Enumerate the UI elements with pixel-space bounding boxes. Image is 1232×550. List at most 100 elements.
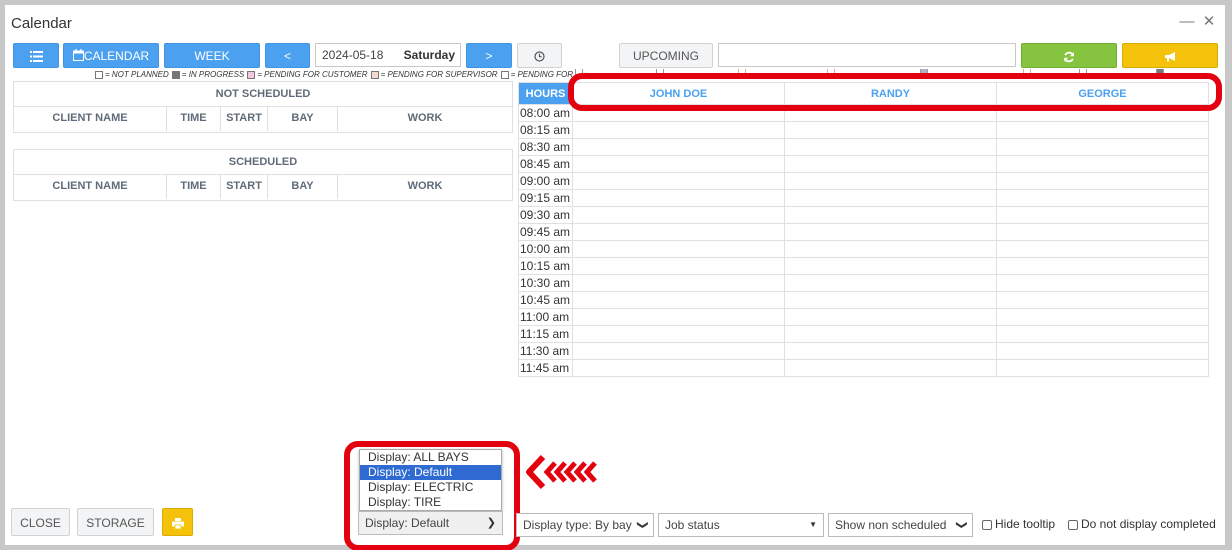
schedule-slot[interactable] (572, 206, 785, 224)
legend-swatch (370, 70, 379, 79)
schedule-slot[interactable] (784, 138, 997, 156)
job-status-select[interactable]: Job status ▼ (658, 513, 824, 537)
search-input[interactable] (718, 43, 1016, 67)
week-button[interactable]: WEEK (164, 43, 260, 68)
schedule-slot[interactable] (784, 240, 997, 258)
schedule-slot[interactable] (784, 274, 997, 292)
schedule-slot[interactable] (784, 223, 997, 241)
time-label: 11:45 am (518, 359, 573, 377)
date-field[interactable]: 2024-05-18 Saturday (315, 43, 461, 67)
schedule-row: 08:45 am (518, 155, 1209, 173)
schedule-slot[interactable] (996, 206, 1209, 224)
col-work[interactable]: WORK (338, 175, 512, 199)
schedule-slot[interactable] (784, 257, 997, 275)
schedule-slot[interactable] (996, 121, 1209, 139)
no-completed-checkbox[interactable]: Do not display completed (1068, 517, 1216, 531)
schedule-slot[interactable] (996, 325, 1209, 343)
schedule-slot[interactable] (996, 359, 1209, 377)
storage-button[interactable]: STORAGE (77, 508, 154, 536)
schedule-slot[interactable] (784, 121, 997, 139)
print-icon (171, 518, 184, 530)
upcoming-button[interactable]: UPCOMING (619, 43, 713, 68)
now-button[interactable] (517, 43, 562, 68)
schedule-slot[interactable] (996, 172, 1209, 190)
schedule-slot[interactable] (996, 274, 1209, 292)
schedule-slot[interactable] (572, 274, 785, 292)
schedule-slot[interactable] (572, 189, 785, 207)
scheduled-title: SCHEDULED (14, 150, 512, 175)
schedule-slot[interactable] (996, 138, 1209, 156)
list-view-button[interactable] (13, 43, 59, 68)
checkbox-box[interactable] (1068, 519, 1078, 530)
schedule-slot[interactable] (784, 325, 997, 343)
col-time[interactable]: TIME (167, 107, 221, 131)
schedule-slot[interactable] (784, 189, 997, 207)
time-label: 10:15 am (518, 257, 573, 275)
schedule-slot[interactable] (572, 172, 785, 190)
schedule-slot[interactable] (572, 257, 785, 275)
not-scheduled-header: CLIENT NAME TIME START BAY WORK (14, 107, 512, 131)
schedule-row: 09:15 am (518, 189, 1209, 207)
schedule-slot[interactable] (784, 206, 997, 224)
schedule-slot[interactable] (572, 359, 785, 377)
schedule-slot[interactable] (784, 291, 997, 309)
schedule-slot[interactable] (784, 308, 997, 326)
announcement-button[interactable] (1122, 43, 1218, 68)
refresh-button[interactable] (1021, 43, 1117, 68)
col-bay[interactable]: BAY (268, 175, 338, 199)
col-client-name[interactable]: CLIENT NAME (14, 175, 167, 199)
job-status-value: Job status (665, 518, 720, 532)
calendar-button[interactable]: CALENDAR (63, 43, 159, 68)
schedule-slot[interactable] (572, 223, 785, 241)
date-value: 2024-05-18 (322, 48, 384, 62)
schedule-slot[interactable] (784, 155, 997, 173)
time-label: 09:45 am (518, 223, 573, 241)
checkbox-box[interactable] (982, 519, 992, 530)
time-label: 09:15 am (518, 189, 573, 207)
prev-button[interactable]: < (265, 43, 310, 68)
schedule-slot[interactable] (572, 138, 785, 156)
schedule-slot[interactable] (996, 291, 1209, 309)
not-scheduled-table: NOT SCHEDULED CLIENT NAME TIME START BAY… (13, 81, 513, 133)
schedule-slot[interactable] (784, 359, 997, 377)
close-button[interactable]: CLOSE (11, 508, 70, 536)
schedule-slot[interactable] (996, 240, 1209, 258)
schedule-slot[interactable] (996, 342, 1209, 360)
schedule-slot[interactable] (996, 308, 1209, 326)
col-client-name[interactable]: CLIENT NAME (14, 107, 167, 131)
schedule-slot[interactable] (572, 155, 785, 173)
schedule-slot[interactable] (572, 308, 785, 326)
display-select-highlight (344, 441, 520, 550)
hide-tooltip-checkbox[interactable]: Hide tooltip (982, 517, 1055, 531)
print-button[interactable] (162, 508, 193, 536)
time-label: 08:15 am (518, 121, 573, 139)
titlebar: Calendar — ✕ (5, 5, 1225, 41)
time-label: 08:00 am (518, 104, 573, 122)
schedule-slot[interactable] (572, 291, 785, 309)
schedule-slot[interactable] (572, 342, 785, 360)
col-start[interactable]: START (221, 107, 268, 131)
close-window-icon[interactable]: ✕ (1199, 12, 1219, 32)
col-start[interactable]: START (221, 175, 268, 199)
schedule-slot[interactable] (996, 257, 1209, 275)
schedule-slot[interactable] (572, 121, 785, 139)
schedule-slot[interactable] (572, 325, 785, 343)
schedule-row: 11:30 am (518, 342, 1209, 360)
col-time[interactable]: TIME (167, 175, 221, 199)
schedule-row: 11:15 am (518, 325, 1209, 343)
schedule-slot[interactable] (784, 342, 997, 360)
display-type-select[interactable]: Display type: By bay ❯ (516, 513, 654, 537)
employee-header-highlight (568, 73, 1222, 111)
next-button[interactable]: > (466, 43, 512, 68)
show-non-scheduled-select[interactable]: Show non scheduled ❯ (828, 513, 973, 537)
col-bay[interactable]: BAY (268, 107, 338, 131)
legend-label: = IN PROGRESS (181, 70, 245, 79)
minimize-icon[interactable]: — (1177, 12, 1197, 32)
schedule-slot[interactable] (996, 155, 1209, 173)
schedule-slot[interactable] (996, 223, 1209, 241)
schedule-slot[interactable] (996, 189, 1209, 207)
schedule-slot[interactable] (784, 172, 997, 190)
not-scheduled-title: NOT SCHEDULED (14, 82, 512, 107)
schedule-slot[interactable] (572, 240, 785, 258)
col-work[interactable]: WORK (338, 107, 512, 131)
